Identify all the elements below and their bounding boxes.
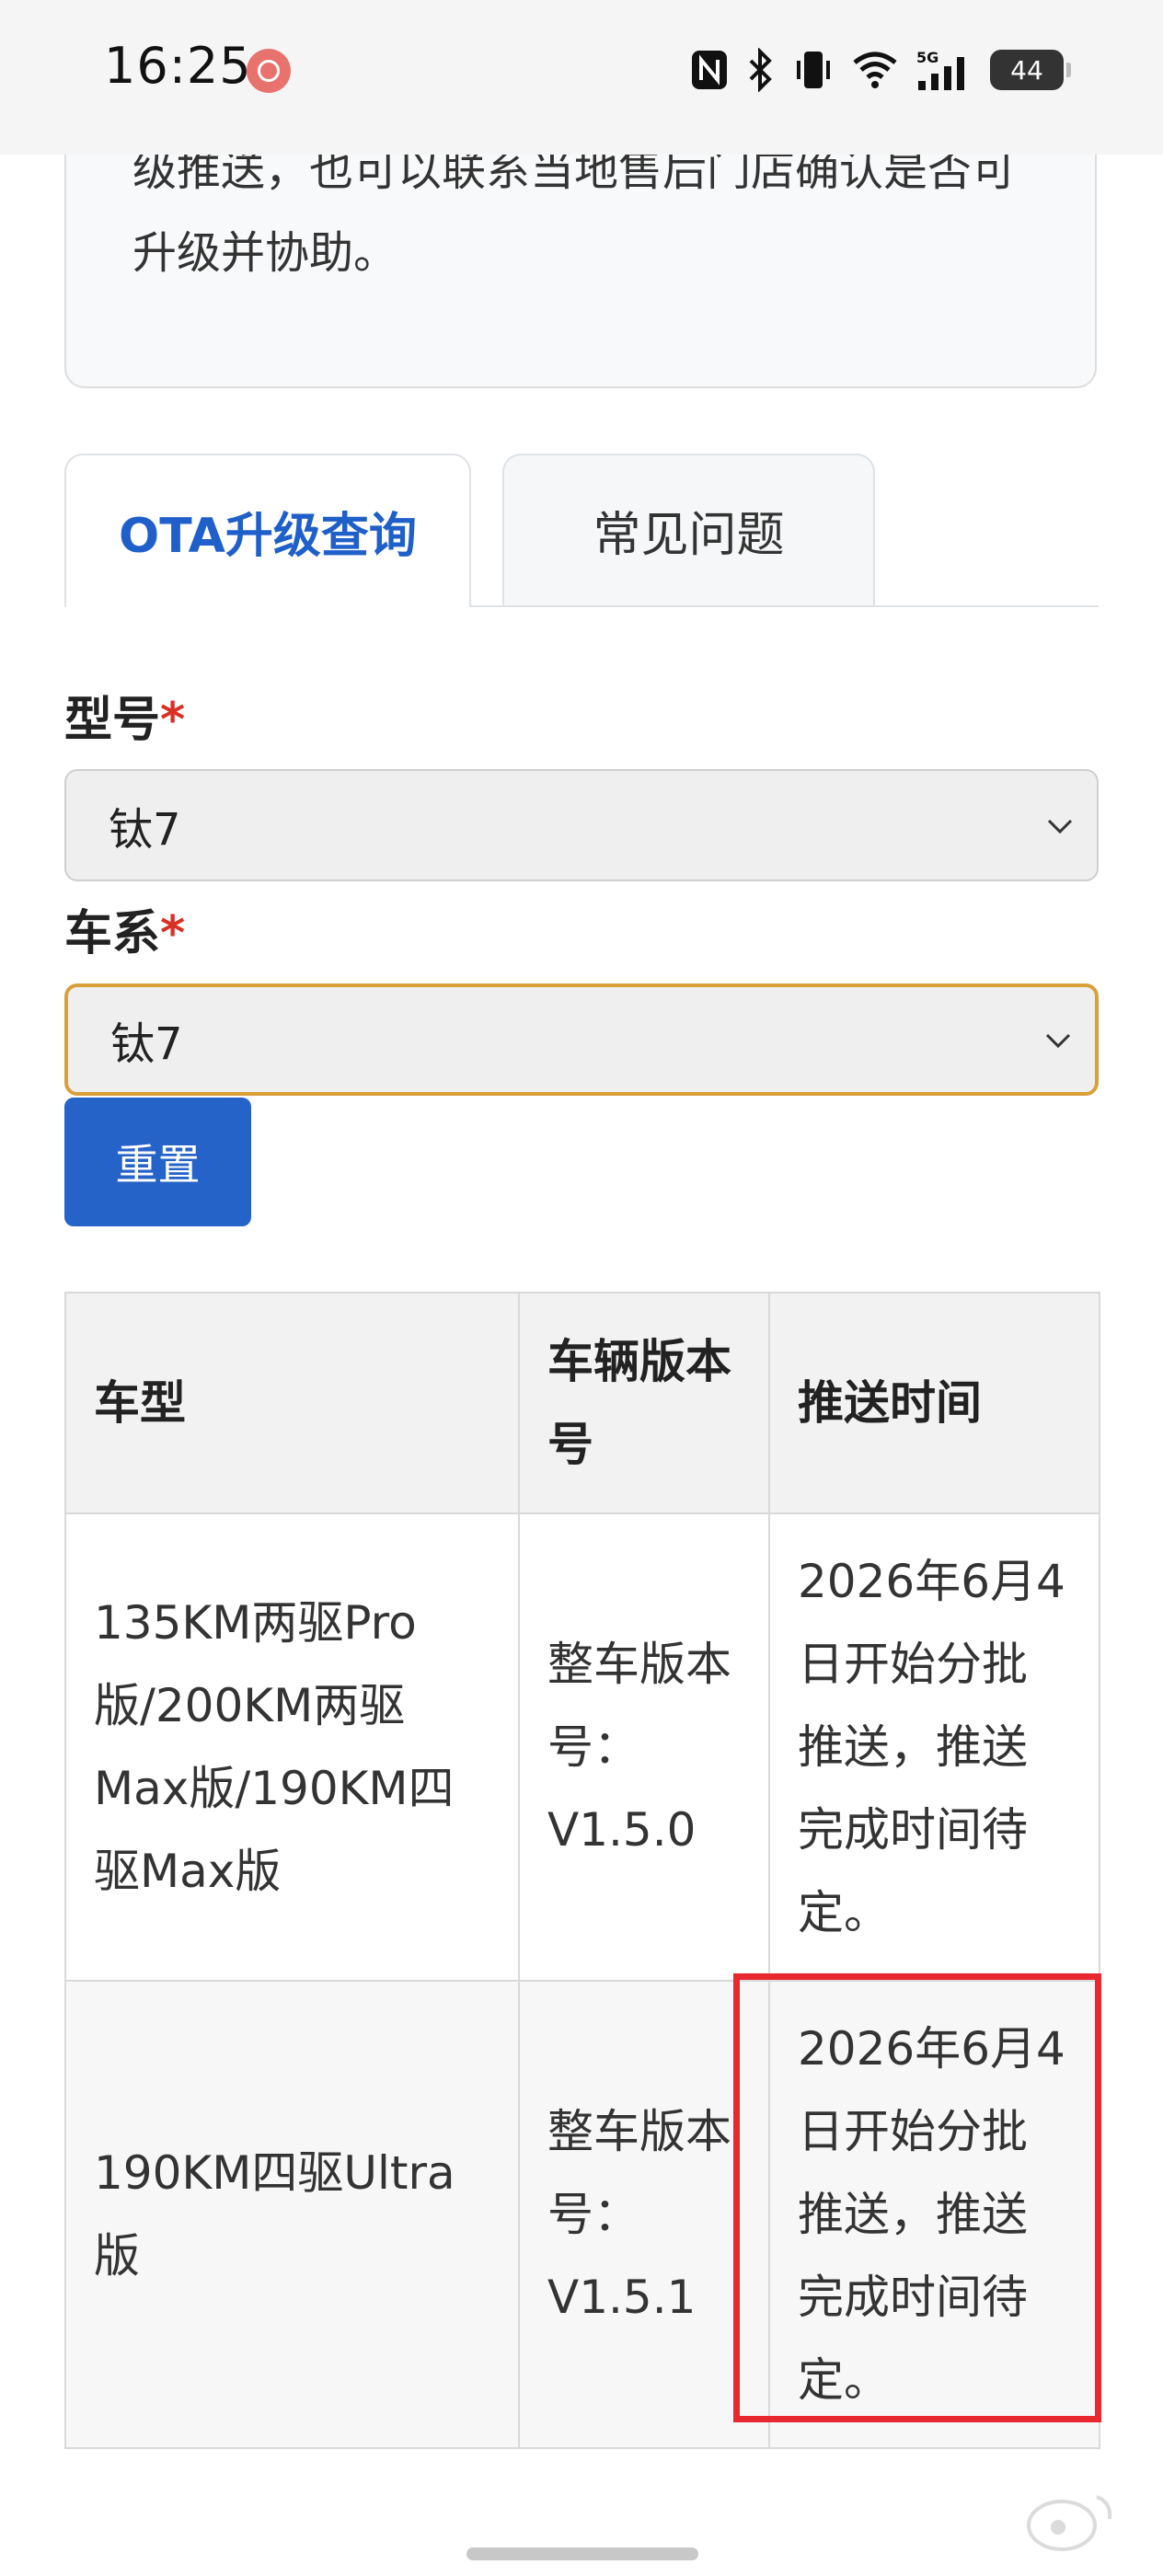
vibrate-icon: [793, 46, 834, 94]
watermark-logo-icon: [1027, 2495, 1112, 2551]
home-indicator[interactable]: [466, 2547, 698, 2560]
tab-faq[interactable]: 常见问题: [502, 454, 875, 605]
model-select[interactable]: 钛7: [64, 769, 1099, 881]
status-bar: 16:25 5G 44: [0, 0, 1163, 155]
status-time: 16:25: [104, 37, 252, 95]
model-label-text: 型号: [64, 693, 161, 748]
model-label: 型号*: [64, 681, 185, 750]
app-notification-icon: [247, 49, 291, 93]
series-label-text: 车系: [64, 906, 161, 961]
tab-bar: OTA升级查询 常见问题: [64, 454, 1099, 607]
series-label: 车系*: [64, 894, 185, 963]
series-select-value: 钛7: [110, 1018, 183, 1070]
table-header-row: 车型 车辆版本号 推送时间: [64, 1292, 1100, 1514]
model-select-value: 钛7: [109, 804, 181, 856]
header-model: 车型: [64, 1292, 520, 1514]
nfc-icon: [690, 46, 729, 94]
table-row: 135KM两驱Pro版/200KM两驱Max版/190KM四驱Max版 整车版本…: [64, 1512, 1100, 1982]
battery-icon: 44: [990, 50, 1071, 90]
network-type-label: 5G: [916, 49, 938, 66]
header-version: 车辆版本号: [518, 1292, 770, 1514]
signal-icon: 5G: [916, 46, 972, 94]
cell-version: 整车版本号：V1.5.1: [518, 1980, 770, 2449]
reset-button[interactable]: 重置: [64, 1098, 251, 1226]
wifi-icon: [852, 46, 898, 94]
tab-ota-query[interactable]: OTA升级查询: [64, 454, 471, 607]
ota-table: 车型 车辆版本号 推送时间 135KM两驱Pro版/200KM两驱Max版/19…: [64, 1292, 1100, 2449]
cell-push-time: 2026年6月4日开始分批推送，推送完成时间待定。: [768, 1980, 1100, 2449]
page: 级推送，也可以联系当地售后门店确认是否可升级并协助。 16:25 5G 44 O…: [0, 0, 1163, 2576]
chevron-down-icon: [1047, 819, 1073, 834]
bluetooth-icon: [747, 46, 775, 94]
series-select[interactable]: 钛7: [64, 983, 1099, 1096]
chevron-down-icon: [1045, 1033, 1071, 1049]
table-row: 190KM四驱Ultra版 整车版本号：V1.5.1 2026年6月4日开始分批…: [64, 1980, 1100, 2449]
status-icons: 5G 44: [690, 44, 1071, 96]
cell-push-time: 2026年6月4日开始分批推送，推送完成时间待定。: [768, 1512, 1100, 1982]
cell-model: 190KM四驱Ultra版: [64, 1980, 520, 2449]
required-mark: *: [160, 693, 186, 748]
cell-version: 整车版本号：V1.5.0: [518, 1512, 770, 1982]
cell-model: 135KM两驱Pro版/200KM两驱Max版/190KM四驱Max版: [64, 1512, 520, 1982]
header-push-time: 推送时间: [768, 1292, 1100, 1514]
required-mark: *: [160, 906, 186, 961]
